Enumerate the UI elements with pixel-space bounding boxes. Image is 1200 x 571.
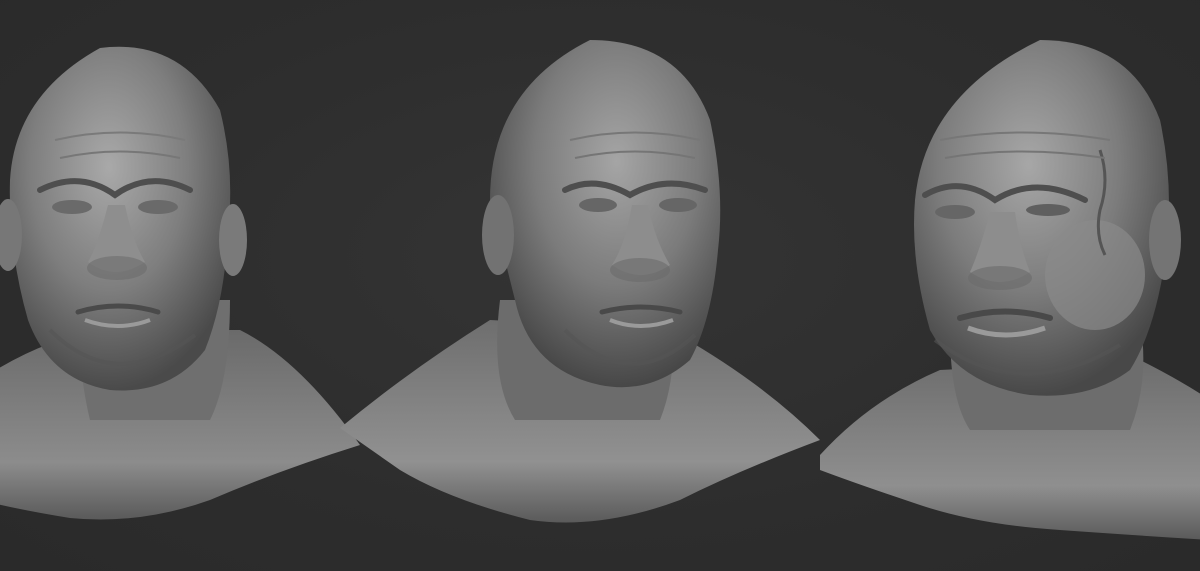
ear [482,195,514,275]
head-bust-front [0,46,360,520]
right-ear [219,204,247,276]
head-bust-swollen [820,40,1200,540]
right-eye [138,200,178,214]
right-eye [659,198,697,212]
left-eye [935,205,975,219]
left-eye [52,200,92,214]
ear [1149,200,1181,280]
left-eye [579,198,617,212]
head-bust-three-quarter [340,40,820,523]
sculpt-viewport [0,0,1200,571]
right-eye [1026,204,1070,216]
swollen-cheek [1045,220,1145,330]
